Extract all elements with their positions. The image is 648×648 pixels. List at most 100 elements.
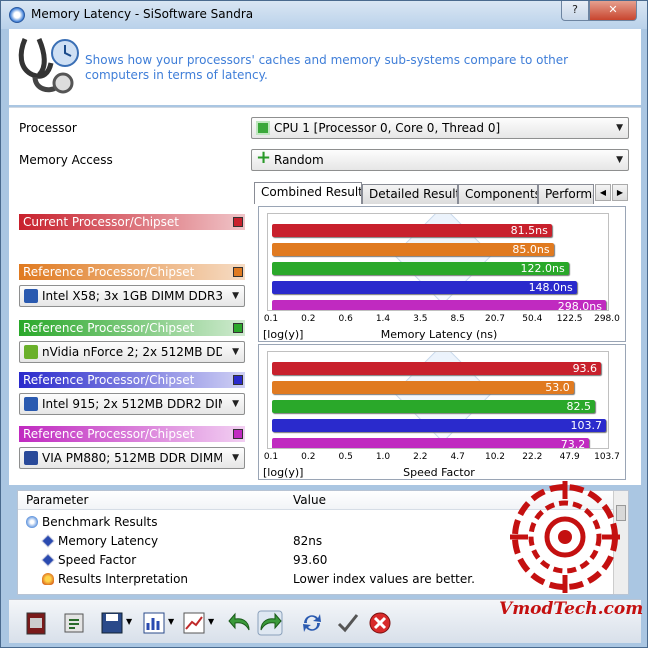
reference-select-4[interactable]: VIA PM880; 512MB DDR DIMM (266 ▼: [19, 447, 245, 469]
chart-bar: 103.7: [272, 419, 606, 432]
x-tick-label: 0.1: [263, 452, 279, 462]
tab-combined-results[interactable]: Combined Results: [254, 182, 362, 204]
bar-value-label: 81.5ns: [510, 224, 548, 237]
bar-value-label: 82.5: [566, 400, 591, 413]
save-icon[interactable]: [99, 610, 125, 636]
cancel-icon[interactable]: [367, 610, 393, 636]
main-panel: Processor CPU 1 [Processor 0, Core 0, Th…: [9, 107, 641, 485]
x-tick-label: 8.5: [450, 314, 465, 324]
x-tick-label: 0.1: [263, 314, 279, 324]
chevron-down-icon: ▼: [616, 155, 623, 165]
bar-value-label: 73.2: [560, 438, 586, 449]
speed-plot: 93.6 53.0 82.5 103.7 73.2: [267, 351, 609, 449]
plus-icon: +: [256, 149, 272, 168]
x-tick-label: 1.4: [375, 314, 391, 324]
row-parameter: Results Interpretation: [58, 572, 189, 586]
report-icon[interactable]: [61, 610, 87, 636]
checkmark-icon[interactable]: [335, 610, 361, 636]
reference-bar-4[interactable]: Reference Processor/Chipset: [19, 426, 245, 442]
x-axis-label: Speed Factor: [403, 466, 475, 479]
x-tick-label: 50.4: [522, 314, 543, 324]
reference-select-1[interactable]: Intel X58; 3x 1GB DIMM DDR3 (1.07( ▼: [19, 285, 245, 307]
reference-label: Reference Processor/Chipset: [23, 321, 195, 335]
chart-bar: 53.0: [272, 381, 574, 394]
bar-value-label: 148.0ns: [528, 281, 573, 294]
axis-scale-label: [log(y)]: [263, 328, 304, 341]
chevron-down-icon[interactable]: ▼: [168, 617, 174, 626]
x-tick-label: 0.5: [338, 452, 353, 462]
chart-icon[interactable]: [141, 610, 167, 636]
help-button[interactable]: ?: [561, 1, 589, 21]
x-tick-label: 20.7: [484, 314, 506, 324]
bar-value-label: 53.0: [545, 381, 570, 394]
window-title: Memory Latency - SiSoftware Sandra: [31, 7, 254, 21]
memory-access-select[interactable]: + Random ▼: [251, 149, 629, 171]
chart-bar: 82.5: [272, 400, 595, 413]
row-parameter: Memory Latency: [58, 534, 159, 548]
chart-bar: 85.0ns: [272, 243, 554, 256]
bar-value-label: 122.0ns: [520, 262, 565, 275]
forward-arrow-icon[interactable]: [257, 610, 283, 636]
chevron-down-icon: ▼: [232, 291, 239, 301]
reference-select-2[interactable]: nVidia nForce 2; 2x 512MB DDR DIM ▼: [19, 341, 245, 363]
x-tick-label: 22.2: [522, 452, 543, 462]
tab-components[interactable]: Components: [458, 184, 538, 204]
tab-scroll-right-icon[interactable]: ▶: [612, 184, 628, 201]
x-tick-label: 298.0: [594, 314, 620, 324]
column-header-value[interactable]: Value: [293, 493, 326, 507]
row-value: 82ns: [293, 534, 323, 548]
memory-module-icon[interactable]: [23, 610, 49, 636]
stethoscope-icon: [18, 38, 79, 94]
back-arrow-icon[interactable]: [227, 610, 253, 636]
chevron-down-icon[interactable]: ▼: [126, 617, 132, 626]
reference-label: Reference Processor/Chipset: [23, 427, 195, 441]
row-parameter: Speed Factor: [58, 553, 137, 567]
row-parameter: Benchmark Results: [42, 515, 158, 529]
reference-select-value: VIA PM880; 512MB DDR DIMM (266: [42, 451, 222, 465]
current-processor-bar[interactable]: Current Processor/Chipset: [19, 214, 245, 230]
reference-select-3[interactable]: Intel 915; 2x 512MB DDR2 DIMM (40 ▼: [19, 393, 245, 415]
tab-detailed-results[interactable]: Detailed Results: [362, 184, 458, 204]
reference-bar-2[interactable]: Reference Processor/Chipset: [19, 320, 245, 336]
line-graph-icon[interactable]: [181, 610, 207, 636]
color-swatch: [233, 375, 243, 385]
nvidia-icon: [24, 345, 38, 359]
x-tick-label: 103.7: [594, 452, 620, 462]
processor-label: Processor: [19, 121, 77, 135]
chart-bar: 148.0ns: [272, 281, 577, 294]
reference-label: Reference Processor/Chipset: [23, 265, 195, 279]
chevron-down-icon[interactable]: ▼: [208, 617, 214, 626]
latency-chart: 81.5ns 85.0ns 122.0ns 148.0ns 298.0ns [log(y…: [258, 206, 626, 342]
chart-bar: 81.5ns: [272, 224, 552, 237]
chevron-down-icon: ▼: [616, 123, 623, 133]
x-tick-label: 0.6: [338, 314, 353, 324]
title-bar: Memory Latency - SiSoftware Sandra ? ✕: [1, 1, 647, 29]
vmodtech-watermark-text: VmodTech.com: [499, 599, 644, 619]
processor-select[interactable]: CPU 1 [Processor 0, Core 0, Thread 0] ▼: [251, 117, 629, 139]
color-swatch: [233, 323, 243, 333]
speed-factor-chart: 93.6 53.0 82.5 103.7 73.2 [log(y)] Speed Fac…: [258, 344, 626, 480]
x-tick-label: 10.2: [484, 452, 506, 462]
header-banner: Shows how your processors' caches and me…: [9, 29, 641, 105]
cpu-icon: [256, 121, 270, 135]
reference-bar-3[interactable]: Reference Processor/Chipset: [19, 372, 245, 388]
refresh-icon[interactable]: [299, 610, 325, 636]
x-tick-label: 122.5: [556, 314, 583, 324]
memory-access-label: Memory Access: [19, 153, 113, 167]
close-button[interactable]: ✕: [589, 1, 637, 21]
chart-bar: 93.6: [272, 362, 602, 375]
row-value: 93.60: [293, 553, 328, 567]
reference-select-value: nVidia nForce 2; 2x 512MB DDR DIM: [42, 345, 222, 359]
chart-bar: 298.0ns: [272, 300, 606, 310]
bar-value-label: 85.0ns: [512, 243, 550, 256]
app-icon: [9, 7, 25, 23]
diamond-icon: [41, 534, 55, 548]
x-tick-label: 3.5: [413, 314, 428, 324]
reference-bar-1[interactable]: Reference Processor/Chipset: [19, 264, 245, 280]
via-icon: [24, 451, 38, 465]
tab-performance[interactable]: Performa: [538, 184, 594, 204]
column-header-parameter[interactable]: Parameter: [26, 493, 88, 507]
x-axis-label: Memory Latency (ns): [380, 328, 498, 341]
x-tick-label: 2.2: [413, 452, 428, 462]
tab-scroll-left-icon[interactable]: ◀: [595, 184, 611, 201]
